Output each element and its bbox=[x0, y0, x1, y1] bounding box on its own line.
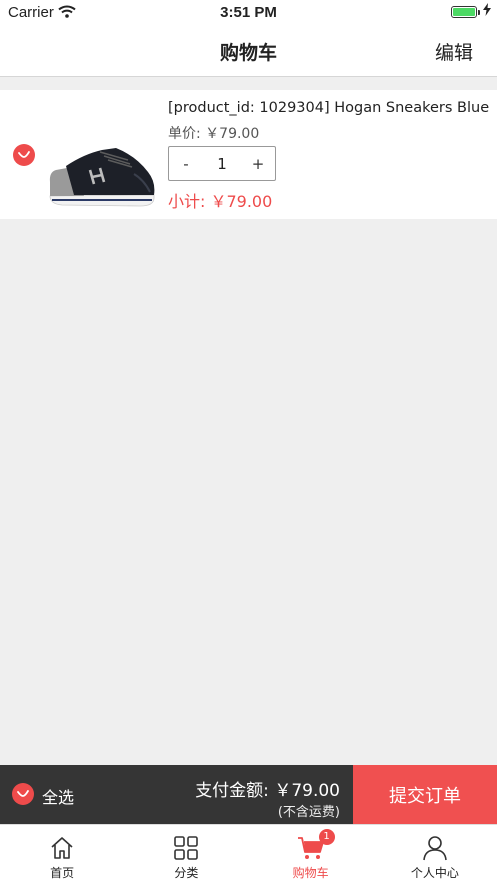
tab-home[interactable]: 首页 bbox=[0, 825, 124, 883]
tab-profile-label: 个人中心 bbox=[410, 866, 459, 880]
item-checkbox[interactable] bbox=[13, 144, 35, 166]
tab-category[interactable]: 分类 bbox=[124, 825, 248, 883]
edit-button[interactable]: 编辑 bbox=[435, 38, 473, 65]
tab-home-label: 首页 bbox=[50, 866, 75, 880]
nav-bar: 购物车 编辑 bbox=[0, 26, 497, 77]
quantity-stepper: - 1 + bbox=[168, 146, 276, 181]
shipping-note: (不含运费) bbox=[277, 805, 340, 820]
cart-item: [product_id: 1029304] Hogan Sneakers Blu… bbox=[0, 90, 497, 219]
charging-icon bbox=[483, 3, 491, 19]
status-bar: Carrier 3:51 PM bbox=[0, 0, 497, 26]
increase-button[interactable]: + bbox=[241, 155, 275, 173]
cart-badge: 1 bbox=[318, 829, 335, 845]
category-icon bbox=[174, 836, 199, 860]
submit-order-button[interactable]: 提交订单 bbox=[353, 765, 497, 824]
tab-category-label: 分类 bbox=[174, 866, 199, 880]
tab-cart-label: 购物车 bbox=[292, 866, 329, 880]
payment-total: 支付金额: ￥79.00 bbox=[195, 781, 340, 801]
tab-profile[interactable]: 个人中心 bbox=[373, 825, 497, 883]
checkout-bar: 全选 支付金额: ￥79.00 (不含运费) 提交订单 bbox=[0, 765, 497, 824]
clock: 3:51 PM bbox=[220, 4, 277, 21]
product-name[interactable]: [product_id: 1029304] Hogan Sneakers Blu… bbox=[168, 100, 489, 116]
subtotal: 小计: ￥79.00 bbox=[168, 192, 273, 211]
unit-price: 单价: ￥79.00 bbox=[168, 126, 260, 142]
page-title: 购物车 bbox=[219, 42, 277, 64]
home-icon bbox=[51, 837, 73, 859]
quantity-value[interactable]: 1 bbox=[203, 155, 241, 173]
tab-cart[interactable]: 1 购物车 bbox=[249, 825, 373, 883]
product-image[interactable] bbox=[44, 100, 160, 212]
battery-icon bbox=[451, 6, 480, 18]
decrease-button[interactable]: - bbox=[169, 155, 203, 173]
select-all-label[interactable]: 全选 bbox=[42, 784, 74, 808]
user-icon bbox=[423, 836, 447, 861]
select-all-checkbox[interactable] bbox=[12, 783, 34, 805]
tab-bar: 首页 分类 1 购物车 个人中心 bbox=[0, 824, 497, 883]
